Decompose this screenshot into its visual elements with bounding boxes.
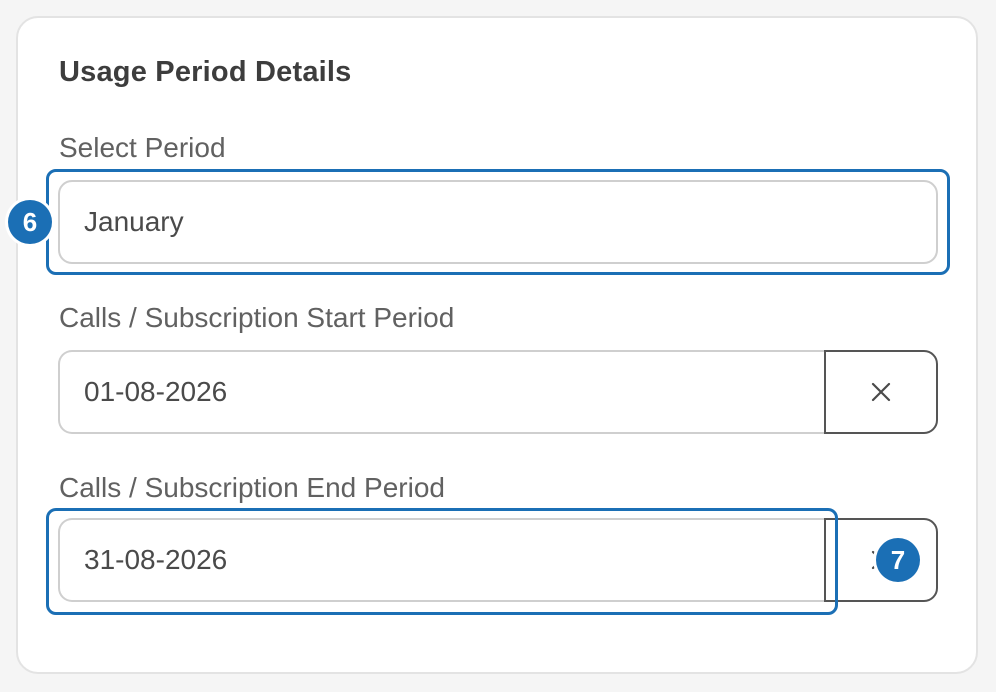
start-period-clear-button[interactable]	[824, 350, 938, 434]
select-period-value: January	[84, 206, 184, 237]
start-period-input[interactable]: 01-08-2026	[58, 350, 826, 434]
close-icon	[871, 382, 891, 402]
end-period-value: 31-08-2026	[84, 544, 228, 575]
select-period-field[interactable]: January	[58, 180, 938, 264]
start-period-label: Calls / Subscription Start Period	[59, 302, 455, 333]
select-period-label: Select Period	[59, 132, 226, 163]
end-period-input[interactable]: 31-08-2026	[58, 518, 826, 602]
step-badge-7: 7	[876, 538, 920, 582]
end-period-label: Calls / Subscription End Period	[59, 472, 445, 503]
section-title: Usage Period Details	[59, 56, 352, 88]
start-period-value: 01-08-2026	[84, 376, 228, 407]
step-badge-6: 6	[8, 200, 52, 244]
